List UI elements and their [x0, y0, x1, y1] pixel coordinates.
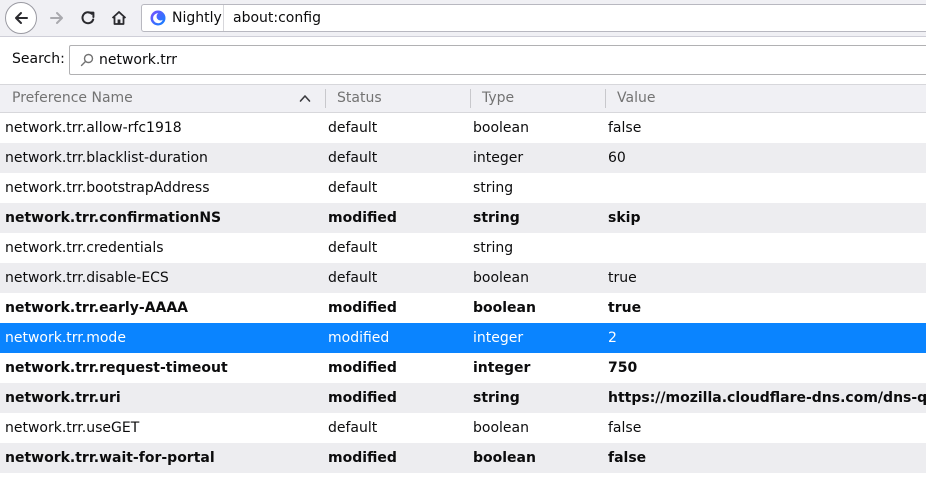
- preference-name-cell: network.trr.early-AAAA: [5, 300, 188, 316]
- status-cell: default: [328, 270, 378, 286]
- table-row[interactable]: network.trr.confirmationNS modified stri…: [0, 203, 926, 233]
- preference-name-cell: network.trr.mode: [5, 330, 126, 346]
- search-row: Search: network.trr: [0, 37, 926, 84]
- table-row[interactable]: network.trr.wait-for-portal modified boo…: [0, 443, 926, 473]
- type-cell: integer: [473, 150, 524, 166]
- table-row[interactable]: network.trr.credentials default string: [0, 233, 926, 263]
- forward-button[interactable]: [42, 3, 72, 33]
- column-header-value[interactable]: Value: [617, 85, 655, 112]
- search-input[interactable]: network.trr: [69, 45, 926, 75]
- type-cell: string: [473, 210, 520, 226]
- table-row[interactable]: network.trr.mode modified integer 2: [0, 323, 926, 353]
- table-header: Preference Name Status Type Value: [0, 84, 926, 113]
- type-cell: integer: [473, 330, 524, 346]
- type-cell: boolean: [473, 420, 529, 436]
- column-header-preference-name[interactable]: Preference Name: [12, 85, 133, 112]
- preferences-table: network.trr.allow-rfc1918 default boolea…: [0, 113, 926, 473]
- value-cell: true: [608, 300, 642, 316]
- preference-name-cell: network.trr.credentials: [5, 240, 164, 256]
- status-cell: modified: [328, 360, 397, 376]
- type-cell: string: [473, 240, 514, 256]
- status-cell: modified: [328, 390, 397, 406]
- preference-name-cell: network.trr.confirmationNS: [5, 210, 222, 226]
- status-cell: modified: [328, 450, 397, 466]
- type-cell: string: [473, 390, 520, 406]
- status-cell: default: [328, 120, 378, 136]
- value-cell: 2: [608, 330, 617, 346]
- home-button[interactable]: [104, 3, 134, 33]
- type-cell: boolean: [473, 450, 536, 466]
- column-divider[interactable]: [605, 89, 606, 108]
- type-cell: string: [473, 180, 514, 196]
- navigation-toolbar: Nightly about:config: [0, 0, 926, 37]
- preference-name-cell: network.trr.uri: [5, 390, 121, 406]
- reload-icon: [81, 11, 95, 25]
- table-row[interactable]: network.trr.blacklist-duration default i…: [0, 143, 926, 173]
- url-bar[interactable]: Nightly about:config: [141, 4, 926, 32]
- preference-name-cell: network.trr.wait-for-portal: [5, 450, 215, 466]
- url-text[interactable]: about:config: [233, 5, 321, 31]
- value-cell: skip: [608, 210, 641, 226]
- type-cell: boolean: [473, 270, 529, 286]
- nightly-logo-icon: [150, 10, 166, 26]
- status-cell: modified: [328, 330, 390, 346]
- status-cell: default: [328, 150, 378, 166]
- column-divider[interactable]: [325, 89, 326, 108]
- column-divider[interactable]: [470, 89, 471, 108]
- table-row[interactable]: network.trr.uri modified string https://…: [0, 383, 926, 413]
- type-cell: boolean: [473, 300, 536, 316]
- status-cell: modified: [328, 300, 397, 316]
- preference-name-cell: network.trr.allow-rfc1918: [5, 120, 182, 136]
- value-cell: 750: [608, 360, 638, 376]
- status-cell: default: [328, 180, 378, 196]
- arrow-right-icon: [50, 12, 63, 24]
- preference-name-cell: network.trr.disable-ECS: [5, 270, 169, 286]
- value-cell: 60: [608, 150, 626, 166]
- status-cell: modified: [328, 210, 397, 226]
- home-icon: [111, 11, 127, 25]
- arrow-left-icon: [15, 12, 28, 24]
- status-cell: default: [328, 420, 378, 436]
- table-row[interactable]: network.trr.useGET default boolean false: [0, 413, 926, 443]
- type-cell: integer: [473, 360, 531, 376]
- back-button[interactable]: [5, 2, 37, 34]
- table-row[interactable]: network.trr.early-AAAA modified boolean …: [0, 293, 926, 323]
- value-cell: https://mozilla.cloudflare-dns.com/dns-q…: [608, 390, 926, 406]
- type-cell: boolean: [473, 120, 529, 136]
- table-row[interactable]: network.trr.request-timeout modified int…: [0, 353, 926, 383]
- table-row[interactable]: network.trr.disable-ECS default boolean …: [0, 263, 926, 293]
- preference-name-cell: network.trr.bootstrapAddress: [5, 180, 210, 196]
- value-cell: false: [608, 420, 642, 436]
- preference-name-cell: network.trr.blacklist-duration: [5, 150, 208, 166]
- value-cell: true: [608, 270, 637, 286]
- preference-name-cell: network.trr.useGET: [5, 420, 140, 436]
- column-header-type[interactable]: Type: [482, 85, 514, 112]
- value-cell: false: [608, 450, 647, 466]
- search-icon: [80, 53, 94, 67]
- value-cell: false: [608, 120, 642, 136]
- browser-brand-label: Nightly: [172, 10, 222, 26]
- column-header-status[interactable]: Status: [337, 85, 382, 112]
- identity-box[interactable]: Nightly: [142, 5, 224, 31]
- status-cell: default: [328, 240, 378, 256]
- table-row[interactable]: network.trr.bootstrapAddress default str…: [0, 173, 926, 203]
- search-label: Search:: [12, 51, 65, 67]
- reload-button[interactable]: [73, 3, 103, 33]
- table-row[interactable]: network.trr.allow-rfc1918 default boolea…: [0, 113, 926, 143]
- preference-name-cell: network.trr.request-timeout: [5, 360, 228, 376]
- search-value: network.trr: [99, 52, 178, 68]
- chevron-up-icon[interactable]: [299, 93, 311, 103]
